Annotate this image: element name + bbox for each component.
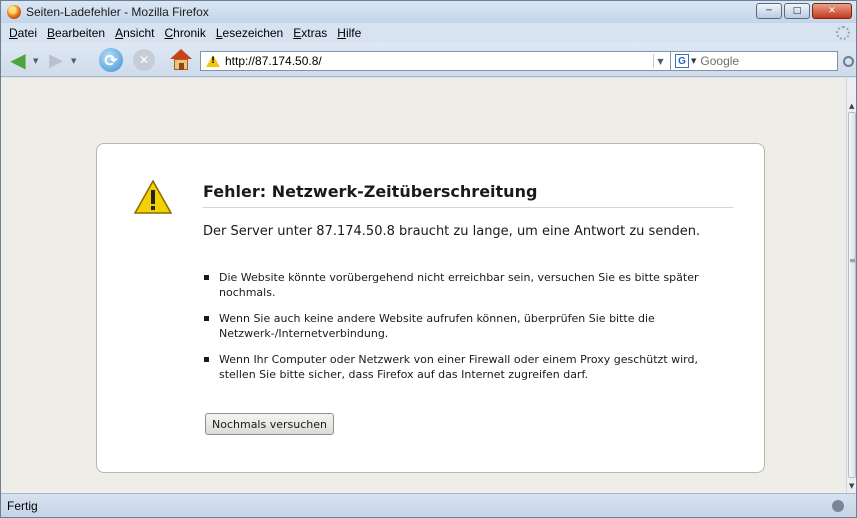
search-engine-dropdown-icon[interactable]: ▼	[691, 57, 696, 65]
forward-history-dropdown-icon[interactable]: ▼	[71, 57, 76, 65]
list-item: Die Website könnte vorübergehend nicht e…	[197, 270, 717, 300]
scroll-down-icon[interactable]: ▼	[849, 482, 854, 490]
error-title: Fehler: Netzwerk-Zeitüberschreitung	[203, 182, 733, 208]
menu-ansicht[interactable]: Ansicht	[111, 26, 158, 40]
status-bar: Fertig	[1, 493, 856, 517]
close-button[interactable]: ✕	[812, 3, 852, 19]
status-text: Fertig	[7, 498, 38, 513]
menu-bearbeiten[interactable]: Bearbeiten	[43, 26, 109, 40]
list-item: Wenn Sie auch keine andere Website aufru…	[197, 311, 717, 341]
maximize-button[interactable]: □	[784, 3, 810, 19]
scroll-thumb[interactable]	[848, 112, 856, 478]
retry-button[interactable]: Nochmals versuchen	[205, 413, 334, 435]
browser-window: Seiten-Ladefehler - Mozilla Firefox ─ □ …	[0, 0, 857, 518]
list-item: Wenn Ihr Computer oder Netzwerk von eine…	[197, 352, 717, 382]
warning-icon	[206, 55, 220, 67]
vertical-scrollbar[interactable]: ▲ ≡ ▼	[846, 78, 856, 493]
menu-hilfe[interactable]: Hilfe	[333, 26, 365, 40]
error-panel: Fehler: Netzwerk-Zeitüberschreitung Der …	[96, 143, 765, 473]
warning-icon	[133, 179, 173, 214]
magnifier-icon[interactable]	[843, 56, 854, 67]
search-placeholder[interactable]: Google	[700, 54, 739, 68]
error-suggestions: Die Website könnte vorübergehend nicht e…	[197, 270, 717, 393]
menu-lesezeichen[interactable]: Lesezeichen	[212, 26, 287, 40]
reload-icon[interactable]: ⟳	[99, 48, 123, 72]
url-text[interactable]: http://87.174.50.8/	[225, 54, 322, 68]
security-status-icon[interactable]	[832, 500, 844, 512]
error-description: Der Server unter 87.174.50.8 braucht zu …	[203, 224, 701, 239]
navigation-toolbar: ◀ ▼ ▶ ▼ ⟳ ✕ http://87.174.50.8/ ▼ G ▼ Go…	[1, 43, 856, 77]
back-arrow-icon[interactable]: ◀	[7, 48, 29, 72]
scroll-grip-icon: ≡	[849, 256, 856, 265]
stop-icon[interactable]: ✕	[133, 49, 155, 71]
url-dropdown-icon[interactable]: ▼	[653, 54, 667, 68]
back-history-dropdown-icon[interactable]: ▼	[33, 57, 38, 65]
menu-datei[interactable]: Datei	[5, 26, 41, 40]
google-icon[interactable]: G	[675, 54, 689, 68]
window-controls: ─ □ ✕	[756, 3, 852, 19]
menu-bar: Datei Bearbeiten Ansicht Chronik Lesezei…	[1, 23, 856, 43]
minimize-button[interactable]: ─	[756, 3, 782, 19]
search-bar[interactable]: G ▼ Google	[670, 51, 838, 71]
menu-chronik[interactable]: Chronik	[160, 26, 209, 40]
home-icon[interactable]	[169, 48, 193, 72]
forward-arrow-icon[interactable]: ▶	[45, 50, 67, 71]
window-title: Seiten-Ladefehler - Mozilla Firefox	[26, 5, 209, 19]
title-bar: Seiten-Ladefehler - Mozilla Firefox ─ □ …	[1, 1, 856, 23]
url-bar[interactable]: http://87.174.50.8/ ▼	[200, 51, 690, 71]
firefox-logo-icon	[7, 5, 21, 19]
menu-extras[interactable]: Extras	[289, 26, 331, 40]
throbber-icon	[836, 26, 850, 40]
scroll-up-icon[interactable]: ▲	[849, 102, 854, 110]
